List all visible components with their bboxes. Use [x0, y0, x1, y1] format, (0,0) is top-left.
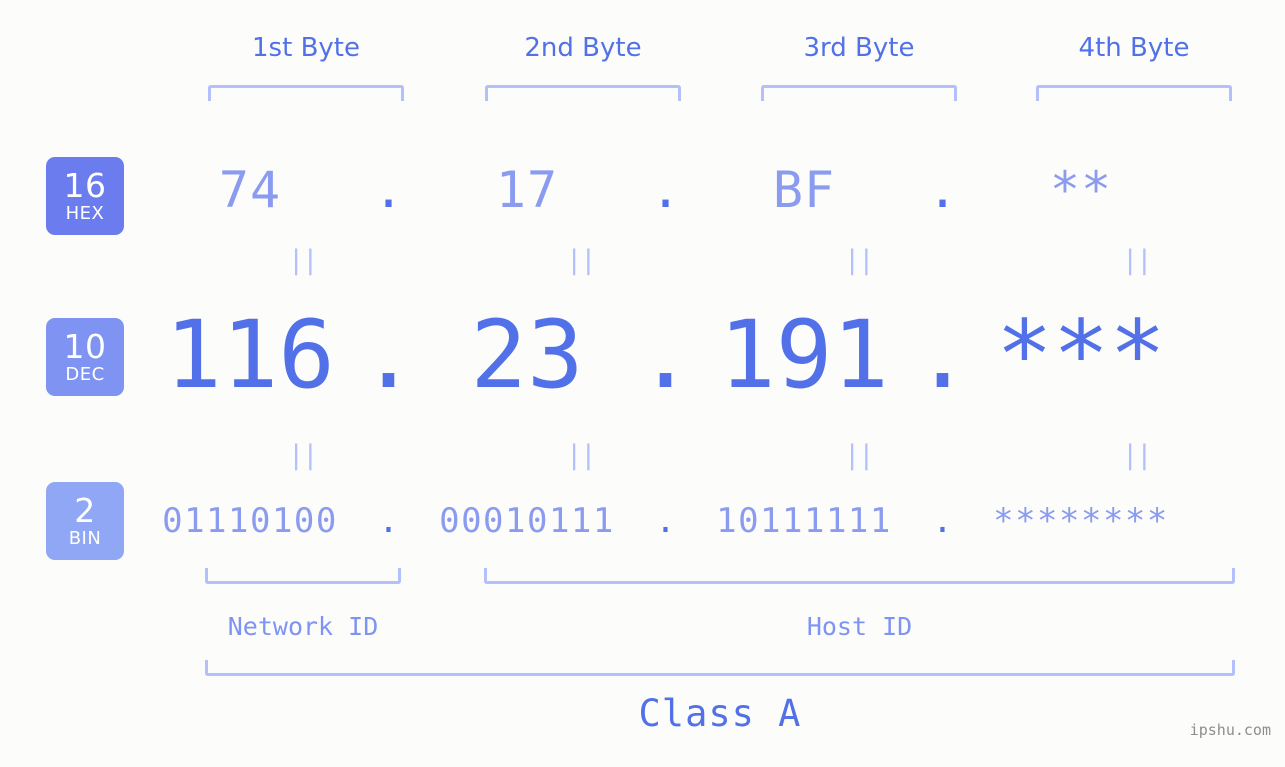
network-id-label: Network ID — [227, 612, 379, 641]
equals-mark-dec-bin-3: || — [844, 440, 875, 471]
dec-separator-3: . — [914, 300, 971, 410]
bin-separator-2: . — [655, 501, 676, 541]
bin-value-row: 01110100 . 00010111 . 10111111 . *******… — [150, 492, 1260, 550]
byte-header-1: 1st Byte — [252, 33, 360, 63]
byte-header-4: 4th Byte — [1078, 33, 1190, 63]
equals-mark-dec-bin-2: || — [566, 440, 597, 471]
hex-value-row: 74 . 17 . BF . ** — [150, 152, 1260, 228]
hex-separator-3: . — [927, 161, 958, 219]
dec-octet-4: *** — [996, 300, 1166, 410]
byte-bracket-2 — [485, 85, 681, 101]
radix-badge-hex: 16 HEX — [46, 157, 124, 235]
byte-bracket-4 — [1036, 85, 1232, 101]
bin-octet-2: 00010111 — [439, 501, 615, 541]
dec-separator-1: . — [360, 300, 417, 410]
byte-header-3: 3rd Byte — [803, 33, 915, 63]
radix-badge-hex-word: HEX — [65, 203, 105, 224]
dec-separator-2: . — [637, 300, 694, 410]
dec-octet-1: 116 — [165, 300, 335, 410]
hex-octet-1: 74 — [218, 161, 282, 219]
hex-octet-3: BF — [772, 161, 836, 219]
bin-octet-4: ******** — [993, 501, 1169, 541]
dec-octet-3: 191 — [719, 300, 889, 410]
radix-badge-dec-word: DEC — [65, 364, 105, 385]
network-id-bracket — [205, 568, 401, 584]
equals-mark-hex-dec-4: || — [1122, 245, 1153, 276]
bin-octet-3: 10111111 — [716, 501, 892, 541]
radix-badge-dec: 10 DEC — [46, 318, 124, 396]
byte-bracket-3 — [761, 85, 957, 101]
bin-separator-3: . — [932, 501, 953, 541]
equals-mark-dec-bin-4: || — [1122, 440, 1153, 471]
hex-separator-1: . — [373, 161, 404, 219]
radix-badge-bin: 2 BIN — [46, 482, 124, 560]
ip-address-breakdown-diagram: 1st Byte 2nd Byte 3rd Byte 4th Byte 16 H… — [0, 0, 1285, 767]
watermark: ipshu.com — [1189, 721, 1271, 739]
hex-octet-4: ** — [1049, 161, 1113, 219]
radix-badge-bin-word: BIN — [68, 528, 102, 549]
bin-separator-1: . — [378, 501, 399, 541]
bin-octet-1: 01110100 — [162, 501, 338, 541]
byte-header-2: 2nd Byte — [524, 33, 642, 63]
byte-bracket-1 — [208, 85, 404, 101]
dec-octet-2: 23 — [470, 300, 584, 410]
radix-badge-bin-number: 2 — [74, 491, 96, 530]
equals-mark-hex-dec-1: || — [288, 245, 319, 276]
hex-octet-2: 17 — [495, 161, 559, 219]
radix-badge-dec-number: 10 — [63, 327, 107, 366]
dec-value-row: 116 . 23 . 191 . *** — [150, 300, 1260, 410]
hex-separator-2: . — [650, 161, 681, 219]
class-bracket — [205, 660, 1235, 676]
class-label: Class A — [638, 692, 802, 735]
equals-mark-hex-dec-3: || — [844, 245, 875, 276]
equals-mark-dec-bin-1: || — [288, 440, 319, 471]
radix-badge-hex-number: 16 — [63, 166, 107, 205]
host-id-bracket — [484, 568, 1235, 584]
equals-mark-hex-dec-2: || — [566, 245, 597, 276]
host-id-label: Host ID — [806, 612, 913, 641]
